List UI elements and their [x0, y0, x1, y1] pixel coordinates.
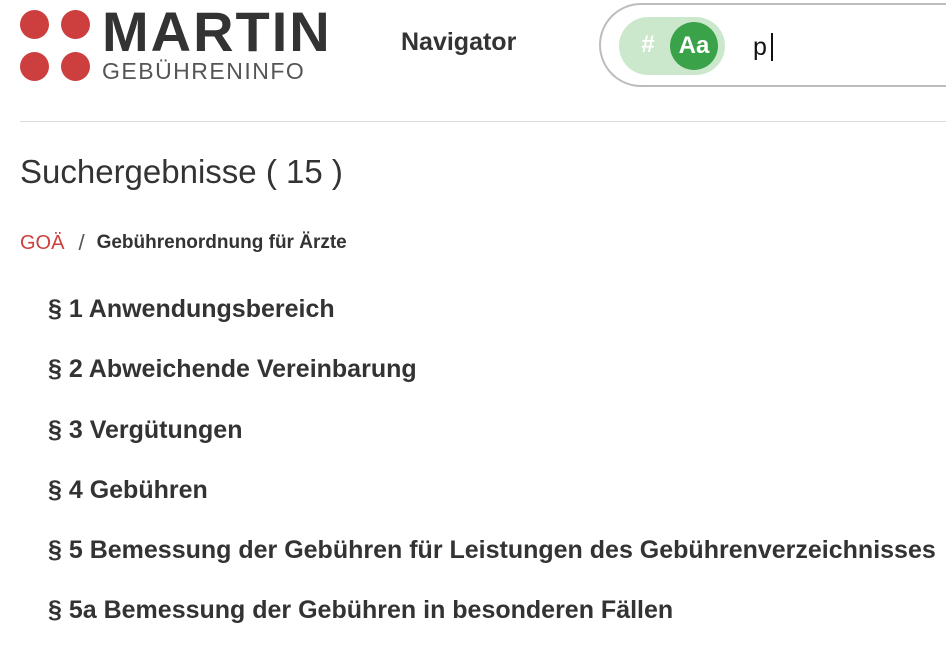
breadcrumb: GOÄ / Gebührenordnung für Ärzte — [20, 230, 347, 256]
logo-dots-icon — [20, 10, 92, 82]
result-item[interactable]: § 5a Bemessung der Gebühren in besondere… — [48, 596, 936, 652]
search-box: # Aa — [599, 3, 946, 87]
result-item[interactable]: § 3 Vergütungen — [48, 416, 936, 476]
result-item[interactable]: § 5 Bemessung der Gebühren für Leistunge… — [48, 536, 936, 596]
breadcrumb-root-link[interactable]: GOÄ — [20, 232, 64, 255]
logo-dot — [20, 10, 49, 39]
page-title: Suchergebnisse ( 15 ) — [20, 153, 343, 190]
text-caret — [771, 33, 773, 61]
logo-dot — [61, 10, 90, 39]
result-item[interactable]: § 1 Anwendungsbereich — [48, 295, 936, 355]
result-item[interactable]: § 2 Abweichende Vereinbarung — [48, 355, 936, 415]
header-divider — [20, 121, 946, 122]
breadcrumb-current: Gebührenordnung für Ärzte — [96, 232, 347, 253]
number-mode-button[interactable]: # — [635, 29, 661, 61]
result-list: § 1 Anwendungsbereich § 2 Abweichende Ve… — [48, 295, 936, 652]
search-mode-toggle[interactable]: # Aa — [619, 17, 725, 75]
breadcrumb-separator: / — [78, 230, 85, 255]
logo-dot — [20, 52, 49, 81]
result-item[interactable]: § 4 Gebühren — [48, 476, 936, 536]
search-input[interactable] — [753, 27, 933, 67]
logo-dot — [61, 52, 90, 81]
logo-subtitle: GEBÜHRENINFO — [102, 58, 306, 84]
logo[interactable]: MARTIN GEBÜHRENINFO — [20, 0, 332, 84]
page: MARTIN GEBÜHRENINFO Navigator # Aa Suche… — [0, 0, 946, 652]
text-mode-button[interactable]: Aa — [670, 22, 718, 70]
navigator-label[interactable]: Navigator — [401, 28, 516, 57]
logo-brand: MARTIN — [102, 0, 332, 63]
logo-text: MARTIN GEBÜHRENINFO — [102, 0, 332, 84]
header: MARTIN GEBÜHRENINFO Navigator # Aa — [0, 0, 946, 121]
